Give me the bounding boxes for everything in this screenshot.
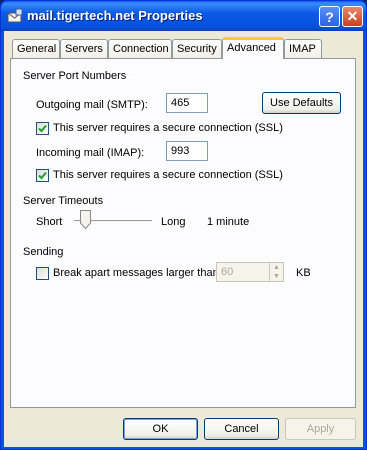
- advanced-panel: Server Port Numbers Outgoing mail (SMTP)…: [10, 58, 356, 408]
- outgoing-ssl-checkbox[interactable]: [36, 122, 49, 135]
- use-defaults-button[interactable]: Use Defaults: [262, 92, 341, 114]
- close-button[interactable]: ✕: [342, 6, 363, 27]
- tab-advanced[interactable]: Advanced: [222, 37, 284, 59]
- outgoing-ssl-label: This server requires a secure connection…: [53, 122, 283, 134]
- timeouts-heading: Server Timeouts: [23, 195, 104, 207]
- checkmark-icon: [38, 124, 47, 133]
- ok-button[interactable]: OK: [123, 418, 198, 440]
- properties-dialog: mail.tigertech.net Properties ? ✕ Genera…: [0, 0, 367, 450]
- incoming-ssl-checkbox[interactable]: [36, 169, 49, 182]
- short-label: Short: [36, 216, 63, 228]
- group-divider: [129, 76, 344, 77]
- spin-up-icon[interactable]: ▲: [270, 263, 283, 272]
- incoming-label: Incoming mail (IMAP):: [36, 147, 145, 159]
- apply-label: Apply: [306, 423, 335, 435]
- tab-imap[interactable]: IMAP: [284, 39, 322, 58]
- timeout-value: 1 minute: [207, 216, 250, 228]
- tab-servers[interactable]: Servers: [60, 39, 108, 58]
- help-button[interactable]: ?: [319, 6, 340, 27]
- dialog-client: General Servers Connection Security Adva…: [4, 31, 363, 447]
- message-size-field[interactable]: 60: [216, 262, 272, 282]
- tab-general[interactable]: General: [12, 39, 60, 58]
- server-ports-heading: Server Port Numbers: [23, 70, 127, 82]
- close-icon: ✕: [346, 8, 359, 24]
- sending-heading: Sending: [23, 246, 64, 258]
- window-title: mail.tigertech.net Properties: [27, 8, 203, 23]
- tab-connection[interactable]: Connection: [108, 39, 172, 58]
- long-label: Long: [161, 216, 186, 228]
- break-apart-checkbox[interactable]: [36, 267, 49, 280]
- group-divider: [69, 252, 344, 253]
- checkmark-icon: [38, 171, 47, 180]
- cancel-button[interactable]: Cancel: [204, 418, 279, 440]
- mail-server-icon: [7, 8, 23, 24]
- break-apart-label: Break apart messages larger than: [53, 267, 219, 279]
- incoming-ssl-label: This server requires a secure connection…: [53, 169, 283, 181]
- size-spinner[interactable]: ▲ ▼: [269, 262, 284, 282]
- ok-label: OK: [152, 423, 169, 435]
- title-bar[interactable]: mail.tigertech.net Properties ? ✕: [1, 1, 366, 31]
- group-divider: [107, 201, 344, 202]
- slider-thumb-icon[interactable]: [80, 210, 92, 230]
- outgoing-port-field[interactable]: 465: [166, 93, 208, 113]
- use-defaults-label: Use Defaults: [270, 97, 333, 109]
- spin-down-icon[interactable]: ▼: [270, 272, 283, 281]
- help-icon: ?: [325, 8, 334, 25]
- incoming-port-field[interactable]: 993: [166, 141, 208, 161]
- unit-label: KB: [296, 267, 311, 279]
- outgoing-label: Outgoing mail (SMTP):: [36, 99, 148, 111]
- tab-security[interactable]: Security: [172, 39, 222, 58]
- apply-button[interactable]: Apply: [285, 418, 356, 440]
- cancel-label: Cancel: [224, 423, 259, 435]
